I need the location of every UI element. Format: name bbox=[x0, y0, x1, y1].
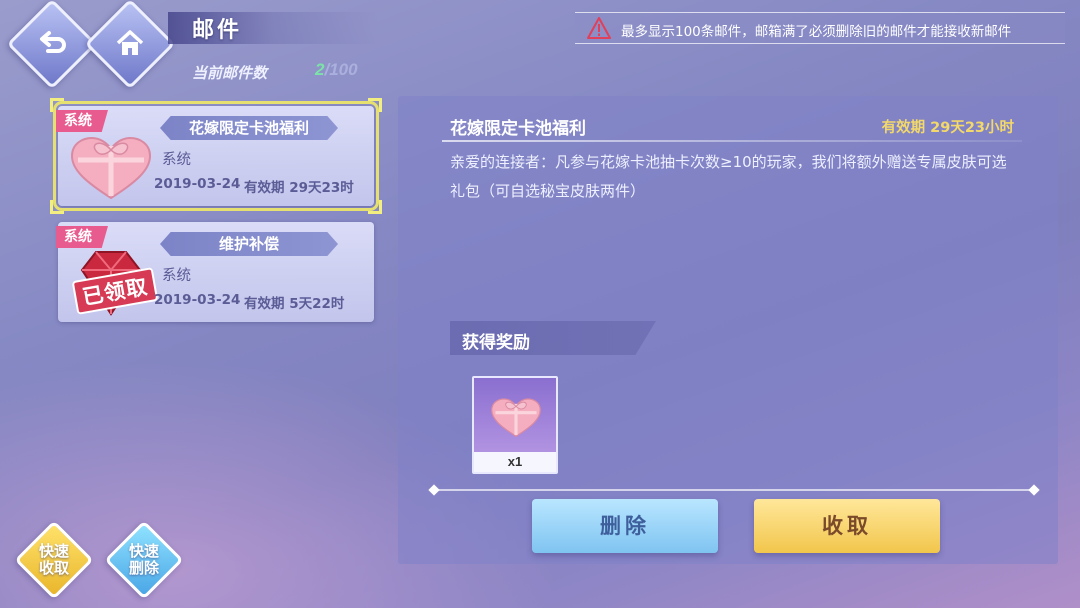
selection-corner bbox=[50, 98, 64, 112]
quick-delete-label: 快速删除 bbox=[128, 542, 159, 577]
divider bbox=[442, 140, 1022, 142]
divider-dot bbox=[1028, 484, 1040, 496]
mail-subject: 维护补偿 bbox=[160, 232, 338, 256]
reward-item[interactable]: x1 bbox=[472, 376, 558, 474]
notice-text: 最多显示100条邮件，邮箱满了必须删除旧的邮件才能接收新邮件 bbox=[621, 24, 1012, 40]
mail-date: 2019-03-24 bbox=[154, 176, 241, 192]
mail-count: 2/100 bbox=[315, 60, 358, 80]
back-arrow-icon bbox=[40, 31, 66, 54]
mail-sender: 系统 bbox=[162, 268, 191, 284]
rewards-title: 获得奖励 bbox=[462, 333, 530, 353]
back-button[interactable] bbox=[6, 0, 98, 90]
divider bbox=[434, 489, 1034, 491]
mail-expiry: 有效期 29天23时 bbox=[244, 180, 354, 196]
quick-collect-label: 快速收取 bbox=[38, 542, 69, 577]
home-icon bbox=[116, 30, 144, 55]
reward-quantity: x1 bbox=[474, 452, 556, 472]
mail-expiry: 有效期 5天22时 bbox=[244, 296, 345, 312]
page-title: 邮件 bbox=[192, 17, 243, 42]
mail-sender: 系统 bbox=[162, 152, 191, 168]
selection-corner bbox=[50, 200, 64, 214]
warning-icon bbox=[587, 17, 611, 39]
delete-button[interactable]: 删除 bbox=[532, 499, 718, 553]
mail-date: 2019-03-24 bbox=[154, 292, 241, 308]
collect-button[interactable]: 收取 bbox=[754, 499, 940, 553]
system-tag: 系统 bbox=[56, 110, 108, 132]
top-bar: 邮件 当前邮件数 2/100 最多显示100条邮件，邮箱满了必须删除旧的邮件才能… bbox=[0, 0, 1080, 90]
mail-item-1[interactable]: 系统 花嫁限定卡池福利 系统 2019-03-24 有效期 29天23时 bbox=[50, 98, 382, 214]
mail-count-label: 当前邮件数 bbox=[192, 64, 268, 82]
home-button[interactable] bbox=[84, 0, 176, 90]
mail-detail-panel: 花嫁限定卡池福利 有效期 29天23小时 亲爱的连接者：凡参与花嫁卡池抽卡次数≥… bbox=[398, 96, 1058, 564]
detail-body: 亲爱的连接者：凡参与花嫁卡池抽卡次数≥10的玩家，我们将额外赠送专属皮肤可选礼包… bbox=[450, 153, 1007, 200]
selection-corner bbox=[368, 200, 382, 214]
heart-gift-box-icon bbox=[491, 398, 541, 438]
notice-bar: 最多显示100条邮件，邮箱满了必须删除旧的邮件才能接收新邮件 bbox=[575, 12, 1065, 44]
system-tag: 系统 bbox=[56, 226, 108, 248]
detail-validity: 有效期 29天23小时 bbox=[881, 120, 1014, 136]
mail-subject: 花嫁限定卡池福利 bbox=[160, 116, 338, 140]
divider-dot bbox=[428, 484, 440, 496]
mail-item-2[interactable]: 已领取 系统 维护补偿 系统 2019-03-24 有效期 5天22时 bbox=[56, 222, 374, 322]
heart-gift-box-icon bbox=[70, 136, 152, 200]
detail-title: 花嫁限定卡池福利 bbox=[450, 119, 586, 139]
selection-corner bbox=[368, 98, 382, 112]
mail-count-max: /100 bbox=[324, 60, 358, 79]
